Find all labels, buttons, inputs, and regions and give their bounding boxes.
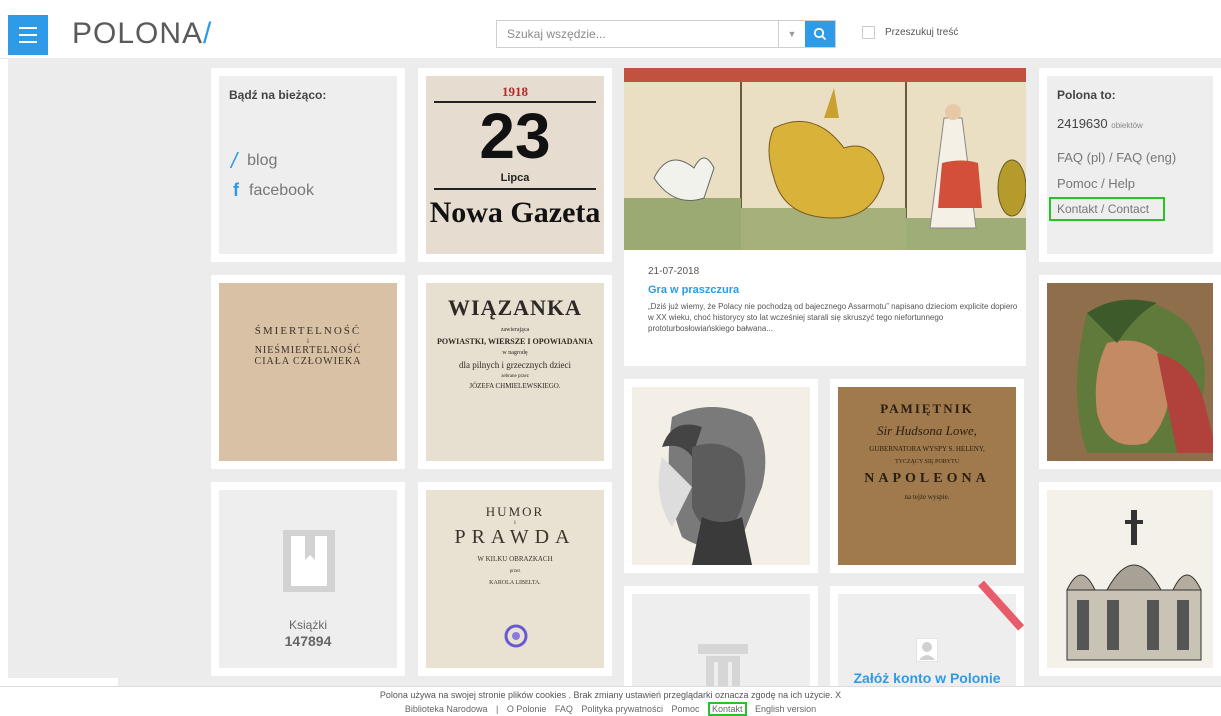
fulltext-label: Przeszukuj treść [885,27,959,38]
logo[interactable]: POLONA/ [72,17,212,51]
books-count: 147894 [284,633,332,649]
create-account-tile[interactable]: Załóż konto w Polonie [830,580,1025,686]
search-input[interactable] [497,21,778,47]
books-label: Książki [288,618,327,632]
gazette-tile[interactable]: 1918 23 Lipca Nowa Gazeta [418,68,612,262]
collection-tile[interactable] [624,586,818,686]
article-date: 21-07-2018 [648,266,700,277]
book-tile-mortality[interactable]: ŚMIERTELNOŚĆ i NIEŚMIERTELNOŚĆ CIAŁA CZŁ… [211,275,405,469]
search-box: ▼ [496,20,836,48]
book-tile-wiazanka[interactable]: WIĄZANKA zawierająca POWIASTKI, WIERSZE … [418,275,612,469]
search-button[interactable] [805,21,835,47]
cookie-notice[interactable]: Polona używa na swojej stronie plików co… [0,690,1221,700]
footer-link-contact[interactable]: Kontakt [708,702,747,716]
article-illustration [624,68,1026,250]
books-category-tile[interactable]: Książki 147894 [211,482,405,676]
portrait-man-tile[interactable] [624,379,818,573]
contact-link[interactable]: Kontakt / Contact [1057,202,1149,216]
footer-link-faq[interactable]: FAQ [555,704,573,714]
fulltext-checkbox-row[interactable]: Przeszukuj treść [862,26,958,39]
article-tile[interactable]: 21-07-2018 Gra w praszczura „Dziś już wi… [624,68,1026,366]
facebook-icon: f [233,180,239,200]
faq-link[interactable]: FAQ (pl) / FAQ (eng) [1057,150,1176,165]
scrollbar-stub [8,678,118,686]
cookie-bar: Polona używa na swojej stronie plików co… [0,686,1221,716]
search-icon [813,27,827,41]
fulltext-checkbox[interactable] [862,26,875,39]
book-bookmark-icon [283,530,335,592]
article-excerpt: „Dziś już wiemy, że Polacy nie pochodzą … [648,302,1018,333]
facebook-link[interactable]: f facebook [233,180,314,201]
article-title[interactable]: Gra w praszczura [648,284,739,296]
help-link[interactable]: Pomoc / Help [1057,176,1135,191]
book-tile-pamietnik[interactable]: PAMIĘTNIK Sir Hudsona Lowe, GUBERNATORA … [830,379,1024,573]
main-grid: Bądź na bieżąco: / blog f facebook 1918 … [8,58,1221,686]
user-avatar-icon [916,638,938,662]
library-stamp-icon [504,624,528,648]
footer-links: Biblioteka Narodowa | O Polonie FAQ Poli… [404,702,817,716]
object-count: 2419630 obiektów [1057,116,1143,131]
church-drawing-tile[interactable] [1039,482,1221,676]
portrait-girl-tile[interactable] [1039,275,1221,469]
footer-link-english[interactable]: English version [755,704,816,714]
footer-link-help[interactable]: Pomoc [671,704,699,714]
footer-link-privacy[interactable]: Polityka prywatności [581,704,663,714]
news-tile: Bądź na bieżąco: / blog f facebook [211,68,405,262]
blog-link[interactable]: / blog [231,148,277,174]
footer-link-about[interactable]: O Polonie [507,704,547,714]
info-title: Polona to: [1057,88,1116,102]
museum-column-icon [698,644,748,686]
slash-icon: / [231,148,238,173]
info-tile: Polona to: 2419630 obiektów FAQ (pl) / F… [1039,68,1221,262]
chevron-down-icon[interactable]: ▼ [778,21,805,47]
book-tile-humor[interactable]: HUMOR i PRAWDA W KILKU OBRAZKACH przez K… [418,482,612,676]
create-account-link[interactable]: Załóż konto w Polonie [838,670,1016,686]
news-title: Bądź na bieżąco: [229,88,327,102]
footer-link-bn[interactable]: Biblioteka Narodowa [405,704,488,714]
gazette-cover: 1918 23 Lipca Nowa Gazeta [426,76,604,254]
hamburger-icon[interactable] [8,15,48,55]
top-bar: POLONA/ ▼ Przeszukuj treść [0,0,1221,59]
